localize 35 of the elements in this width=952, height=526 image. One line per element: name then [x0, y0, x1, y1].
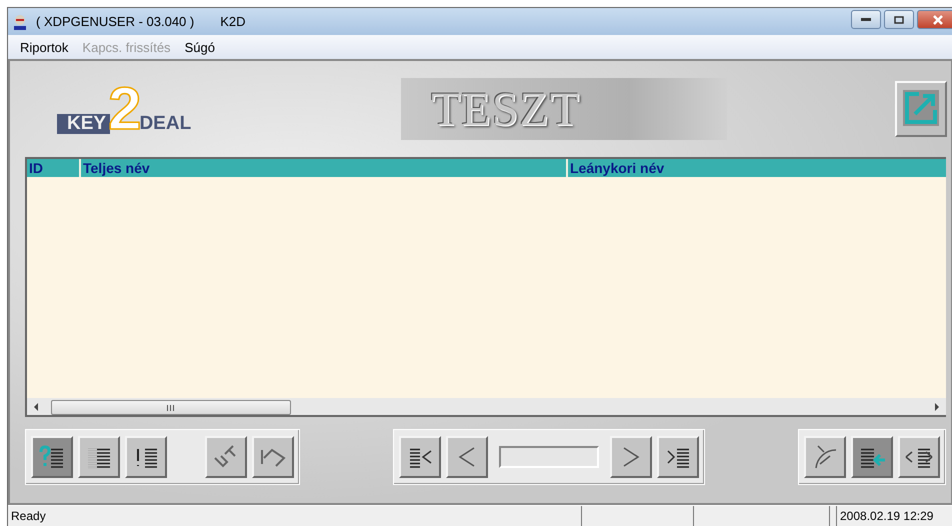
- window-title: ( XDPGENUSER - 03.040 ): [36, 14, 194, 29]
- status-time: 2008.02.19 12:29: [836, 506, 951, 526]
- first-record-button[interactable]: [399, 436, 441, 478]
- maximize-icon: [894, 16, 904, 24]
- query-list-button[interactable]: [31, 436, 73, 478]
- previous-button[interactable]: [446, 436, 488, 478]
- minimize-icon: [861, 18, 871, 22]
- close-icon: [933, 14, 943, 24]
- import-button[interactable]: [851, 436, 893, 478]
- maximize-button[interactable]: [884, 10, 914, 29]
- column-header[interactable]: ID: [27, 159, 81, 177]
- column-header[interactable]: Leánykori név: [568, 159, 946, 177]
- close-button[interactable]: [917, 10, 952, 29]
- logo: KEY 2DEAL: [57, 82, 192, 136]
- detail-list-button[interactable]: [125, 436, 167, 478]
- record-field[interactable]: [499, 446, 599, 468]
- grip-icon: [167, 404, 175, 410]
- scroll-left-icon: [33, 402, 39, 410]
- next-button[interactable]: [610, 436, 652, 478]
- banner: TESZT: [401, 78, 728, 140]
- status-message: Ready: [8, 506, 582, 526]
- exit-icon: [901, 88, 941, 128]
- scroll-right-icon: [934, 402, 940, 410]
- menu-item[interactable]: Riportok: [20, 40, 68, 54]
- minimize-button[interactable]: [851, 10, 881, 29]
- scroll-thumb[interactable]: [51, 400, 291, 415]
- last-record-button[interactable]: [657, 436, 699, 478]
- app-icon: [12, 14, 28, 30]
- app-name: K2D: [220, 14, 246, 29]
- menu-item[interactable]: Súgó: [184, 40, 215, 54]
- list-view-button[interactable]: [78, 436, 120, 478]
- exit-button[interactable]: [895, 81, 947, 137]
- horizontal-scrollbar[interactable]: [27, 398, 946, 415]
- column-header[interactable]: Teljes név: [81, 159, 568, 177]
- exchange-button[interactable]: [898, 436, 940, 478]
